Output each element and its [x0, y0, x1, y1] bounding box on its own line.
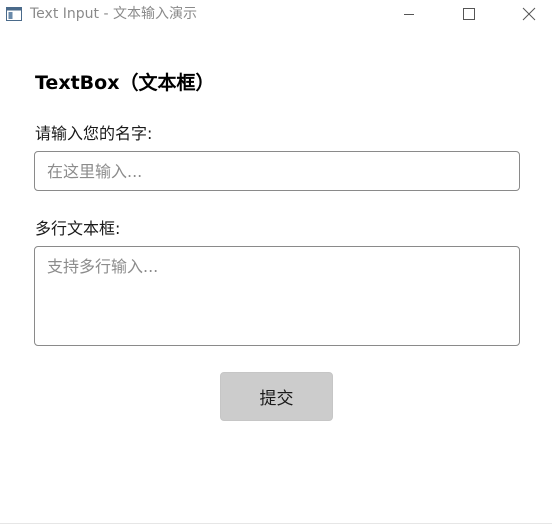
title-bar[interactable]: Text Input - 文本输入演示	[0, 0, 552, 28]
name-input[interactable]	[34, 151, 520, 191]
multiline-textarea[interactable]	[34, 246, 520, 346]
maximize-button[interactable]	[446, 0, 492, 28]
app-window: Text Input - 文本输入演示 TextBox（文本框） 请输入您的名字…	[0, 0, 552, 524]
submit-button[interactable]: 提交	[220, 372, 333, 421]
close-icon	[522, 7, 536, 21]
minimize-icon	[403, 8, 415, 20]
window-title: Text Input - 文本输入演示	[30, 6, 197, 22]
name-field-label: 请输入您的名字:	[35, 124, 153, 143]
close-button[interactable]	[506, 0, 552, 28]
multiline-field-label: 多行文本框:	[35, 219, 121, 238]
page-title: TextBox（文本框）	[35, 72, 215, 94]
minimize-button[interactable]	[386, 0, 432, 28]
app-window-icon	[6, 6, 22, 21]
maximize-icon	[463, 8, 475, 20]
